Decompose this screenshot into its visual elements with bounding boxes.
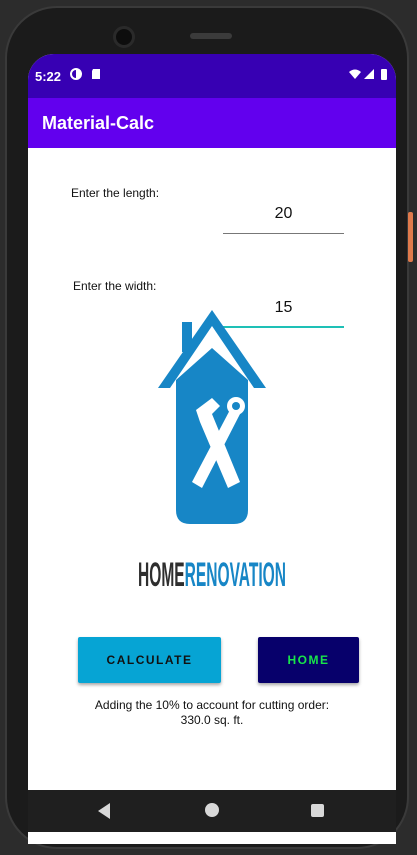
battery-icon [381,69,387,80]
length-label: Enter the length: [71,186,160,200]
result-text: Adding the 10% to account for cutting or… [94,698,330,727]
system-nav-bar [28,790,396,832]
wrench-hole [232,402,240,410]
device-frame: 5:22 Material-Calc Enter the length: 20 … [0,0,417,855]
home-renovation-logo: HOMERENOVATION [138,310,286,594]
length-field [223,198,344,234]
sync-icon [70,68,82,80]
status-bar: 5:22 [28,54,396,98]
calculate-button[interactable]: CALCULATE [78,637,221,683]
front-camera [113,26,135,48]
logo-chimney [182,322,192,352]
home-button[interactable]: HOME [258,637,359,683]
recent-apps-icon[interactable] [311,804,324,817]
app-bar: Material-Calc [28,98,396,148]
length-input[interactable] [223,198,344,230]
sd-card-icon [92,69,100,79]
length-underline [223,233,344,234]
power-button[interactable] [408,212,413,262]
wifi-icon [349,69,361,79]
logo-text: HOMERENOVATION [138,556,286,594]
logo-text-home: HOME [138,556,185,594]
earpiece [190,33,232,39]
width-label: Enter the width: [73,279,157,293]
back-icon[interactable] [98,803,110,819]
app-screen: 5:22 Material-Calc Enter the length: 20 … [28,54,396,844]
status-time: 5:22 [35,69,62,84]
app-title: Material-Calc [42,113,155,133]
logo-text-renovation: RENOVATION [185,556,286,594]
home-circle-icon[interactable] [205,803,219,817]
signal-icon [364,69,374,79]
